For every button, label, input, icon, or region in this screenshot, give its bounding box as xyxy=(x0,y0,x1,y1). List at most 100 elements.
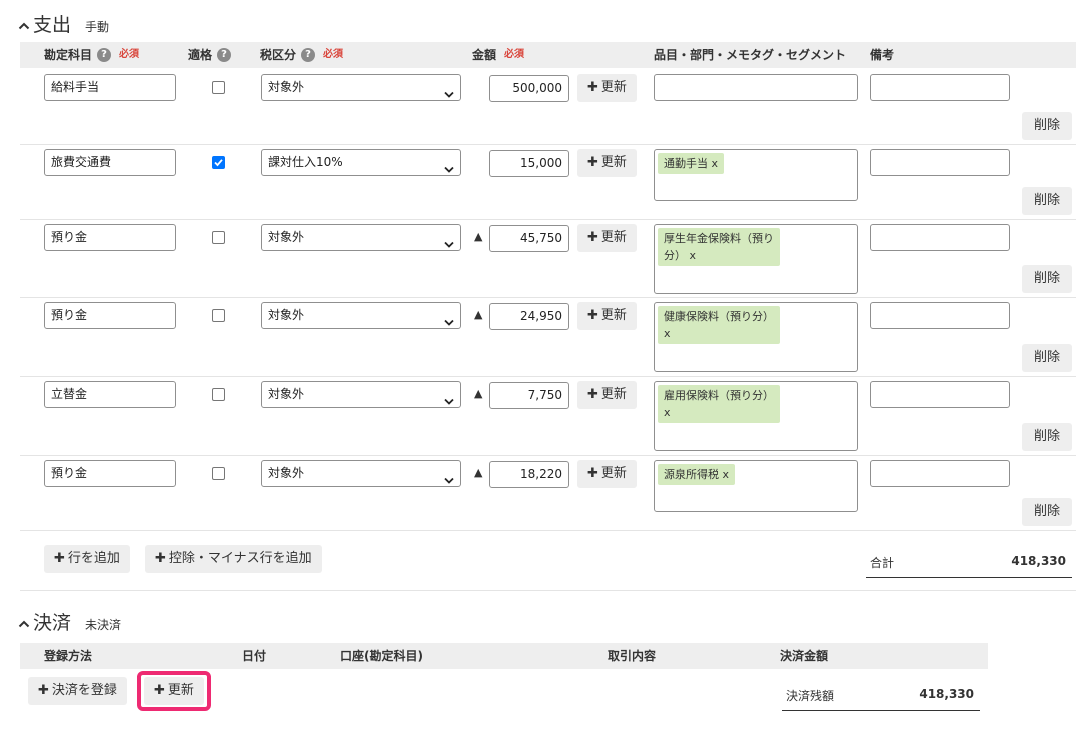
plus-icon: ✚ xyxy=(587,466,598,481)
tax-select[interactable]: 対象外 xyxy=(261,224,461,251)
item-tag-field[interactable]: 通勤手当 x xyxy=(654,149,858,201)
delete-button[interactable]: 削除 xyxy=(1022,112,1072,140)
chevron-up-icon[interactable] xyxy=(18,20,30,32)
expense-section-header[interactable]: 支出 手動 xyxy=(18,10,109,37)
tax-select[interactable]: 課対仕入10% xyxy=(261,149,461,176)
item-tag-field[interactable]: 雇用保険料（預り分） x xyxy=(654,381,858,451)
balance-value: 418,330 xyxy=(919,687,974,701)
header-remarks: 備考 xyxy=(870,42,894,68)
minus-triangle-icon: ▲ xyxy=(474,308,483,321)
header-tax: 税区分 ? 必須 xyxy=(260,42,343,68)
tax-select[interactable]: 対象外 xyxy=(261,381,461,408)
help-icon[interactable]: ? xyxy=(97,48,112,62)
remarks-input[interactable] xyxy=(870,381,1010,408)
add-minus-row-button[interactable]: ✚ 控除・マイナス行を追加 xyxy=(145,545,322,573)
remarks-input[interactable] xyxy=(870,74,1010,101)
settlement-table-header: 登録方法 日付 口座(勘定科目) 取引内容 決済金額 xyxy=(20,643,988,669)
total-label: 合計 xyxy=(870,556,895,570)
help-icon[interactable]: ? xyxy=(217,48,232,62)
delete-button[interactable]: 削除 xyxy=(1022,187,1072,215)
chevron-down-icon xyxy=(444,233,454,258)
tag-chip[interactable]: 雇用保険料（預り分） x xyxy=(658,385,780,423)
expense-row: 預り金 対象外 ▲ 18,220 ✚ 更新 源泉所得税 x 削除 xyxy=(20,456,1076,531)
account-input[interactable]: 立替金 xyxy=(44,381,176,408)
amount-input[interactable]: 18,220 xyxy=(489,461,569,488)
delete-button[interactable]: 削除 xyxy=(1022,344,1072,372)
update-button[interactable]: ✚ 更新 xyxy=(577,381,637,409)
tag-chip[interactable]: 源泉所得税 x xyxy=(658,464,736,485)
amount-input[interactable]: 45,750 xyxy=(489,225,569,252)
tax-select-value: 対象外 xyxy=(268,80,305,94)
button-label: 更新 xyxy=(600,155,627,170)
register-settlement-button[interactable]: ✚ 決済を登録 xyxy=(28,677,127,705)
qualified-checkbox[interactable] xyxy=(212,231,225,244)
update-button[interactable]: ✚ 更新 xyxy=(577,149,637,177)
update-button[interactable]: ✚ 更新 xyxy=(577,74,637,102)
plus-icon: ✚ xyxy=(154,683,165,698)
button-label: 更新 xyxy=(600,80,627,95)
remarks-input[interactable] xyxy=(870,302,1010,329)
tag-chip[interactable]: 通勤手当 x xyxy=(658,153,725,174)
header-label: 備考 xyxy=(870,48,895,62)
tax-select-value: 対象外 xyxy=(268,230,305,244)
chevron-down-icon xyxy=(444,311,454,336)
header-method: 登録方法 xyxy=(44,649,93,663)
chevron-down-icon xyxy=(444,390,454,415)
update-button[interactable]: ✚ 更新 xyxy=(577,460,637,488)
add-row-button[interactable]: ✚ 行を追加 xyxy=(44,545,130,573)
remarks-input[interactable] xyxy=(870,460,1010,487)
item-tag-field[interactable]: 源泉所得税 x xyxy=(654,460,858,512)
settlement-update-button[interactable]: ✚ 更新 xyxy=(144,677,204,705)
expense-row: 預り金 対象外 ▲ 45,750 ✚ 更新 厚生年金保険料（預り分） x 削除 xyxy=(20,220,1076,298)
header-content: 取引内容 xyxy=(608,649,657,663)
remarks-input[interactable] xyxy=(870,149,1010,176)
required-badge: 必須 xyxy=(323,49,344,60)
update-button[interactable]: ✚ 更新 xyxy=(577,302,637,330)
amount-input[interactable]: 500,000 xyxy=(489,75,569,102)
delete-button[interactable]: 削除 xyxy=(1022,498,1072,526)
qualified-checkbox[interactable] xyxy=(212,467,225,480)
help-icon[interactable]: ? xyxy=(301,48,316,62)
button-label: 更新 xyxy=(600,230,627,245)
amount-input[interactable]: 24,950 xyxy=(489,303,569,330)
balance-box: 決済残額 418,330 xyxy=(782,678,980,711)
amount-input[interactable]: 7,750 xyxy=(489,382,569,409)
plus-icon: ✚ xyxy=(38,683,49,698)
qualified-checkbox[interactable] xyxy=(212,81,225,94)
account-input[interactable]: 旅費交通費 xyxy=(44,149,176,176)
button-label: 更新 xyxy=(167,683,194,698)
amount-input[interactable]: 15,000 xyxy=(489,150,569,177)
update-button[interactable]: ✚ 更新 xyxy=(577,224,637,252)
plus-icon: ✚ xyxy=(587,155,598,170)
delete-button[interactable]: 削除 xyxy=(1022,265,1072,293)
item-tag-field[interactable]: 健康保険料（預り分） x xyxy=(654,302,858,372)
chevron-up-icon[interactable] xyxy=(18,618,30,630)
tag-chip[interactable]: 健康保険料（預り分） x xyxy=(658,306,780,344)
settlement-section-header[interactable]: 決済 未決済 xyxy=(18,608,121,635)
remarks-input[interactable] xyxy=(870,224,1010,251)
header-account: 勘定科目 ? 必須 xyxy=(44,42,139,68)
tax-select-value: 課対仕入10% xyxy=(268,155,343,169)
account-input[interactable]: 預り金 xyxy=(44,224,176,251)
section-subtitle: 手動 xyxy=(85,20,110,34)
delete-button[interactable]: 削除 xyxy=(1022,423,1072,451)
item-tag-field[interactable]: 厚生年金保険料（預り分） x xyxy=(654,224,858,294)
account-input[interactable]: 給料手当 xyxy=(44,74,176,101)
plus-icon: ✚ xyxy=(54,551,65,566)
qualified-checkbox[interactable] xyxy=(212,388,225,401)
plus-icon: ✚ xyxy=(587,230,598,245)
tax-select[interactable]: 対象外 xyxy=(261,74,461,101)
qualified-checkbox[interactable] xyxy=(212,156,225,169)
tax-select[interactable]: 対象外 xyxy=(261,302,461,329)
expense-row: 預り金 対象外 ▲ 24,950 ✚ 更新 健康保険料（預り分） x 削除 xyxy=(20,298,1076,377)
account-input[interactable]: 預り金 xyxy=(44,302,176,329)
account-input[interactable]: 預り金 xyxy=(44,460,176,487)
header-account: 口座(勘定科目) xyxy=(340,649,423,663)
button-label: 行を追加 xyxy=(67,551,120,566)
required-badge: 必須 xyxy=(504,49,525,60)
tax-select[interactable]: 対象外 xyxy=(261,460,461,487)
qualified-checkbox[interactable] xyxy=(212,309,225,322)
tag-chip[interactable]: 厚生年金保険料（預り分） x xyxy=(658,228,780,266)
item-tag-field[interactable] xyxy=(654,74,858,101)
section-title: 決済 xyxy=(33,612,72,634)
